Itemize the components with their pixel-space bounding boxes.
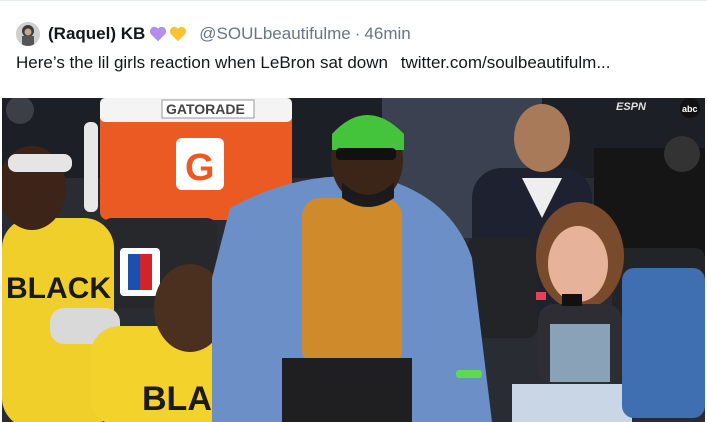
- shirt-text-left: BLACK: [6, 272, 111, 305]
- tweet-text-row: Here’s the lil girls reaction when LeBro…: [16, 53, 611, 73]
- svg-text:G: G: [185, 147, 215, 189]
- tweet-card[interactable]: (Raquel) KB @SOULbeautifulme · 46min Her…: [0, 0, 707, 422]
- avatar[interactable]: [16, 22, 40, 46]
- tweet-text: Here’s the lil girls reaction when LeBro…: [16, 53, 388, 72]
- user-handle[interactable]: @SOULbeautifulme: [199, 24, 350, 44]
- name-emoji: [149, 25, 189, 43]
- tweet-media[interactable]: ESPN abc GATORADE G BLACK BLACK: [2, 98, 705, 422]
- purple-heart-icon: [150, 26, 167, 42]
- tweet-header: (Raquel) KB @SOULbeautifulme · 46min: [16, 21, 411, 47]
- abc-logo: abc: [682, 104, 698, 114]
- yellow-heart-icon: [170, 26, 187, 42]
- meta-separator: ·: [354, 24, 361, 43]
- display-name[interactable]: (Raquel) KB: [48, 24, 145, 44]
- cooler-brand-label: GATORADE: [166, 101, 245, 117]
- tweet-timestamp[interactable]: 46min: [364, 24, 410, 44]
- media-image: ESPN abc GATORADE G BLACK BLACK: [2, 98, 705, 422]
- tweet-link[interactable]: twitter.com/soulbeautifulm...: [401, 53, 611, 72]
- espn-logo: ESPN: [616, 101, 647, 113]
- avatar-image: [16, 22, 40, 46]
